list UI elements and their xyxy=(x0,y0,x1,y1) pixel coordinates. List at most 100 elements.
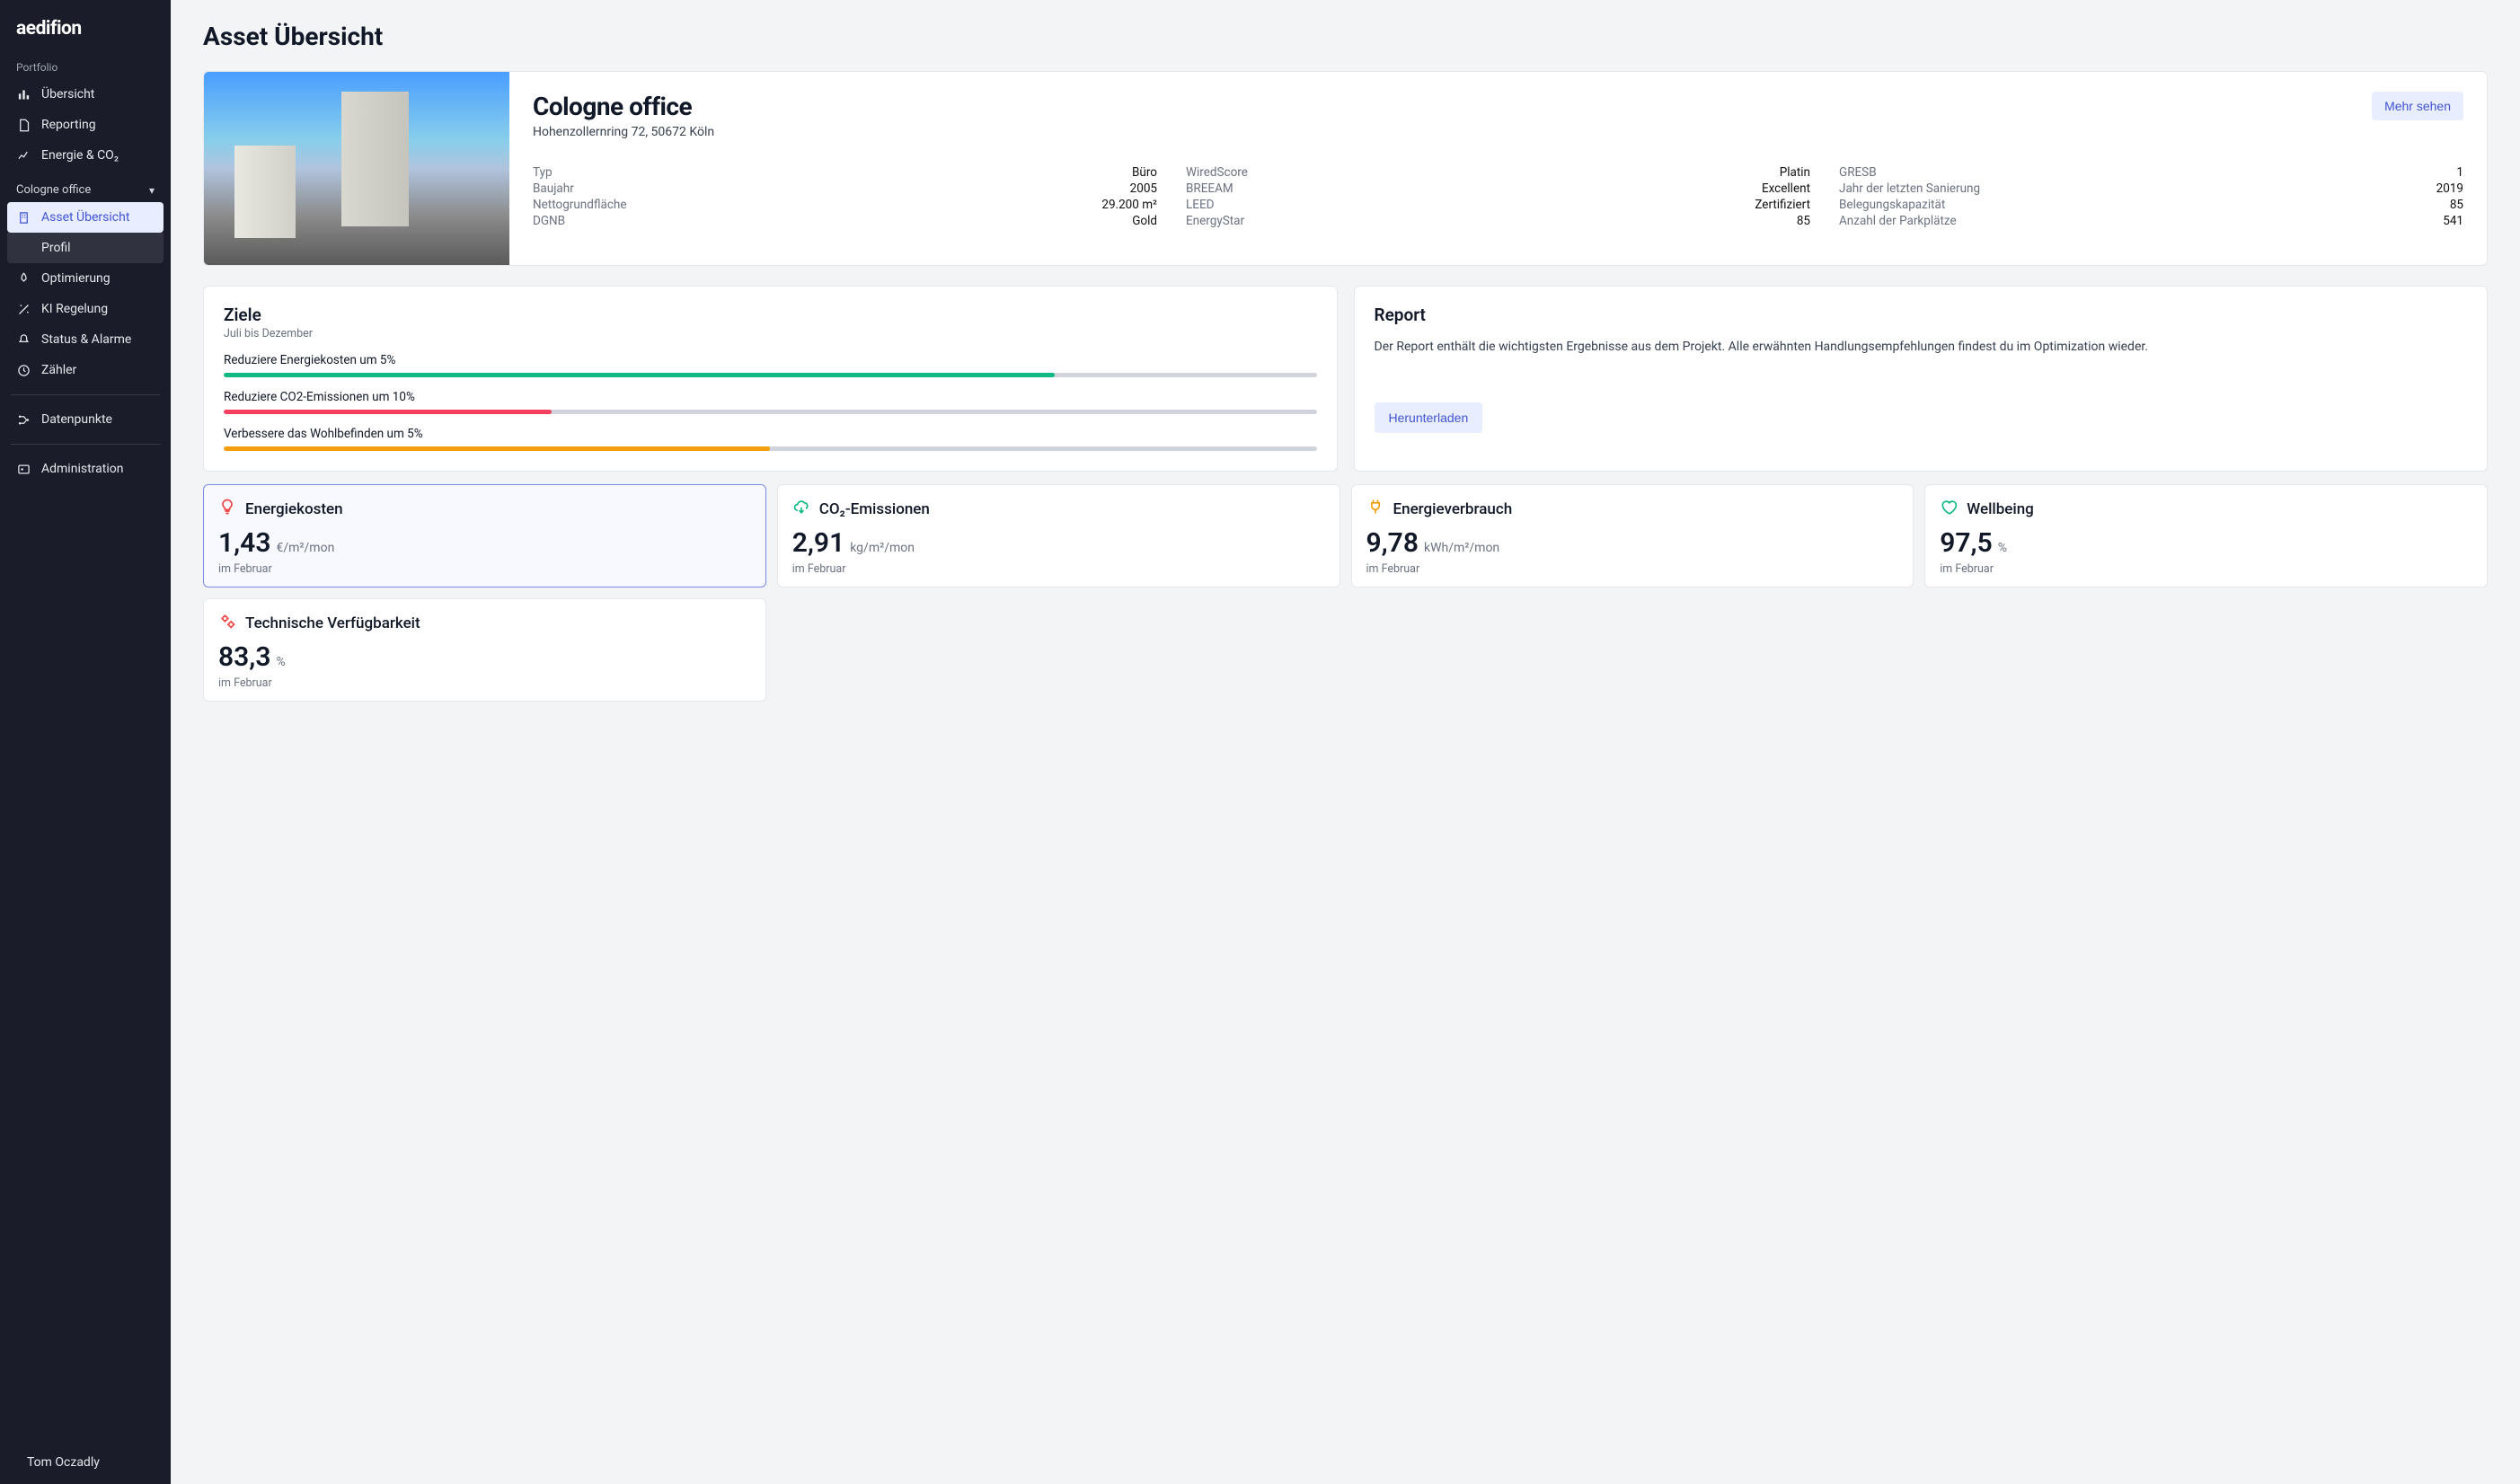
download-button[interactable]: Herunterladen xyxy=(1375,402,1483,433)
goal-item: Verbessere das Wohlbefinden um 5% xyxy=(224,427,1317,451)
asset-prop-label: BREEAM xyxy=(1186,181,1233,196)
nav-item-status-alarme[interactable]: Status & Alarme xyxy=(7,324,164,355)
gears-icon xyxy=(218,612,236,634)
kpi-unit: kWh/m²/mon xyxy=(1424,541,1499,555)
report-title: Report xyxy=(1375,305,2468,325)
nav-label: Datenpunkte xyxy=(41,412,112,427)
kpi-title: Energieverbrauch xyxy=(1393,500,1513,518)
more-button[interactable]: Mehr sehen xyxy=(2372,92,2463,120)
bell-icon xyxy=(16,332,31,347)
heart-icon xyxy=(1940,498,1958,520)
kpi-card-energieverbrauch[interactable]: Energieverbrauch 9,78 kWh/m²/mon im Februar xyxy=(1351,484,1914,587)
asset-image xyxy=(204,72,509,265)
kpi-value: 2,91 xyxy=(792,527,844,559)
asset-prop-value: Excellent xyxy=(1762,181,1810,196)
goal-progress-bar xyxy=(224,373,1317,377)
chart-icon xyxy=(16,87,31,102)
asset-prop-row: TypBüro xyxy=(533,164,1157,181)
asset-header-card: Cologne office Hohenzollernring 72, 5067… xyxy=(203,71,2488,266)
main-content: Asset Übersicht Cologne office Hohenzoll… xyxy=(171,0,2520,1484)
goal-progress-fill xyxy=(224,373,1055,377)
kpi-unit: % xyxy=(276,655,285,669)
nav-label: Übersicht xyxy=(41,87,94,102)
page-title: Asset Übersicht xyxy=(203,22,2488,51)
asset-prop-row: BREEAM Excellent xyxy=(1186,181,1810,197)
asset-prop-row: LEED Zertifiziert xyxy=(1186,197,1810,213)
kpi-card-energiekosten[interactable]: Energiekosten1,43€/m²/monim Februar xyxy=(203,484,766,587)
nav-label: Reporting xyxy=(41,118,96,132)
kpi-sub: im Februar xyxy=(218,676,751,690)
nav-item-energie-co-[interactable]: Energie & CO₂ xyxy=(7,140,164,171)
nav-item-reporting[interactable]: Reporting xyxy=(7,110,164,140)
doc-icon xyxy=(16,118,31,132)
goal-label: Reduziere CO2-Emissionen um 10% xyxy=(224,390,1317,404)
kpi-title: Energiekosten xyxy=(245,500,343,518)
asset-prop-row: Belegungskapazität85 xyxy=(1839,197,2463,213)
kpi-sub: im Februar xyxy=(1366,562,1899,576)
nav-label: Zähler xyxy=(41,363,76,377)
asset-prop-label: DGNB xyxy=(533,214,565,228)
kpi-title: CO₂-Emissionen xyxy=(819,500,930,518)
bulb-icon xyxy=(218,498,236,520)
kpi-unit: % xyxy=(1998,541,2007,555)
nav-item-z-hler[interactable]: Zähler xyxy=(7,355,164,385)
kpi-sub: im Februar xyxy=(218,562,751,576)
asset-prop-row: DGNBGold xyxy=(533,213,1157,229)
kpi-value: 9,78 xyxy=(1366,527,1419,559)
kpi-value: 97,5 xyxy=(1940,527,1992,559)
nav-item-administration[interactable]: Administration xyxy=(7,454,164,484)
asset-prop-value: 541 xyxy=(2443,214,2463,228)
asset-name: Cologne office xyxy=(533,92,714,121)
divider xyxy=(11,394,160,395)
clock-icon xyxy=(16,363,31,377)
plug-icon xyxy=(1366,498,1384,520)
nav-item-ki-regelung[interactable]: KI Regelung xyxy=(7,294,164,324)
asset-prop-row: Baujahr 2005 xyxy=(533,181,1157,197)
kpi-value: 83,3 xyxy=(218,641,270,673)
nav-label: Energie & CO₂ xyxy=(41,148,119,163)
nav-label: Profil xyxy=(41,241,71,255)
kpi-sub: im Februar xyxy=(792,562,1325,576)
asset-prop-label: Jahr der letzten Sanierung xyxy=(1839,181,1980,196)
asset-prop-value: Platin xyxy=(1780,165,1810,180)
nav-item--bersicht[interactable]: Übersicht xyxy=(7,79,164,110)
nodes-icon xyxy=(16,412,31,427)
report-text: Der Report enthält die wichtigsten Ergeb… xyxy=(1375,338,2468,356)
sidebar: aedifion Portfolio ÜbersichtReportingEne… xyxy=(0,0,171,1484)
asset-address: Hohenzollernring 72, 50672 Köln xyxy=(533,125,714,139)
goal-progress-fill xyxy=(224,446,770,451)
asset-prop-value: 1 xyxy=(2456,165,2463,180)
wand-icon xyxy=(16,302,31,316)
asset-prop-value: Zertifiziert xyxy=(1755,198,1810,212)
asset-prop-row: GRESB1 xyxy=(1839,164,2463,181)
asset-prop-label: Baujahr xyxy=(533,181,574,196)
asset-prop-row: Jahr der letzten Sanierung 2019 xyxy=(1839,181,2463,197)
line-icon xyxy=(16,148,31,163)
kpi-title: Technische Verfügbarkeit xyxy=(245,614,420,632)
brand-logo: aedifion xyxy=(0,0,171,52)
asset-prop-row: WiredScore Platin xyxy=(1186,164,1810,181)
kpi-card-technische-verf-gbarkeit[interactable]: Technische Verfügbarkeit 83,3% im Februar xyxy=(203,598,766,702)
nav-item-datenpunkte[interactable]: Datenpunkte xyxy=(7,404,164,435)
asset-prop-label: LEED xyxy=(1186,198,1214,212)
asset-prop-value: 85 xyxy=(2450,198,2463,212)
user-menu[interactable]: Tom Oczadly xyxy=(0,1441,171,1484)
chevron-down-icon: ▾ xyxy=(149,184,155,197)
nav-item-asset-bersicht[interactable]: Asset Übersicht xyxy=(7,202,164,233)
project-selector[interactable]: Cologne office ▾ xyxy=(0,171,171,202)
nav-label: Administration xyxy=(41,462,123,476)
goal-progress-bar xyxy=(224,410,1317,414)
nav-item-profil[interactable]: Profil xyxy=(7,233,164,263)
asset-prop-row: EnergyStar85 xyxy=(1186,213,1810,229)
cloud-icon xyxy=(792,498,810,520)
goal-progress-bar xyxy=(224,446,1317,451)
asset-prop-value: 2005 xyxy=(1130,181,1157,196)
asset-prop-label: Anzahl der Parkplätze xyxy=(1839,214,1957,228)
asset-prop-value: 2019 xyxy=(2436,181,2463,196)
asset-prop-label: WiredScore xyxy=(1186,165,1248,180)
kpi-card-co-emissionen[interactable]: CO₂-Emissionen2,91kg/m²/monim Februar xyxy=(777,484,1340,587)
kpi-card-wellbeing[interactable]: Wellbeing97,5%im Februar xyxy=(1924,484,2488,587)
project-name: Cologne office xyxy=(16,183,91,197)
asset-prop-label: Nettogrundfläche xyxy=(533,198,627,212)
nav-item-optimierung[interactable]: Optimierung xyxy=(7,263,164,294)
